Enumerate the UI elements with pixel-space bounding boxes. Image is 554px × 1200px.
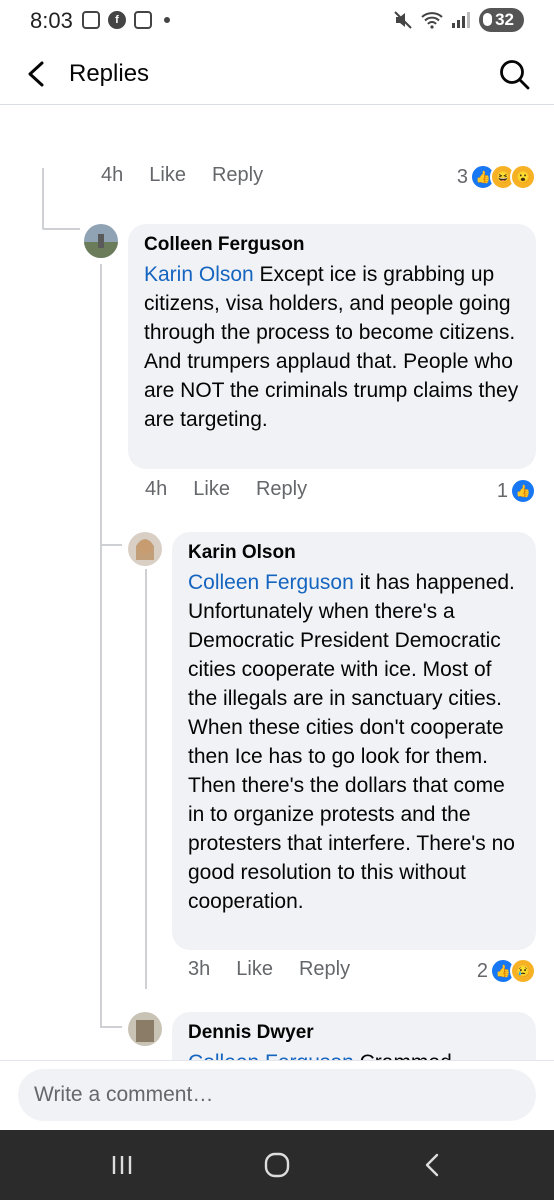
mention-link[interactable]: Karin Olson [144,263,254,286]
comment-bubble: Dennis Dwyer Colleen Ferguson Crammed [172,1012,536,1060]
comment-body: Crammed [354,1051,452,1060]
mention-link[interactable]: Colleen Ferguson [188,1051,354,1060]
avatar[interactable] [128,532,162,566]
comment-actions: 4h Like Reply [101,164,289,187]
like-button[interactable]: Like [149,164,186,187]
comment-text: Colleen Ferguson Crammed [188,1048,520,1060]
comment-text: Karin Olson Except ice is grabbing up ci… [144,260,520,434]
screenshot-icon [82,11,100,29]
recent-apps-icon [112,1156,132,1174]
mention-link[interactable]: Colleen Ferguson [188,571,354,594]
status-bar: 8:03 f 32 [0,0,554,44]
reply-button[interactable]: Reply [256,478,307,501]
status-time: 8:03 [30,8,73,33]
system-nav-bar [0,1130,554,1200]
more-notifications-icon [164,17,170,23]
status-right: 32 [393,8,524,32]
like-button[interactable]: Like [236,958,273,981]
reaction-count: 3 [456,165,468,188]
thread-line [145,569,147,989]
comment-time: 4h [145,478,168,500]
facebook-icon: f [108,11,126,29]
avatar-photo [128,532,162,566]
reaction-count: 2 [476,959,488,982]
reaction-count: 1 [496,479,508,502]
search-icon [500,60,530,90]
top-app-bar: Replies [0,44,554,105]
signal-icon [452,12,471,28]
battery-indicator: 32 [479,8,524,32]
thread-line [100,264,102,544]
comment-bubble: Colleen Ferguson Karin Olson Except ice … [128,224,536,469]
sad-reaction-icon: 😢 [510,958,536,984]
thread-line [42,168,44,228]
reaction-summary[interactable]: 1 👍 [497,478,536,504]
back-nav-icon [425,1153,439,1177]
reply-button[interactable]: Reply [299,958,350,981]
thread-line [42,228,80,230]
comment-composer-bar [0,1060,554,1131]
comment-input[interactable] [18,1069,536,1121]
avatar[interactable] [128,1012,162,1046]
comment-time: 3h [188,958,211,980]
comment-author[interactable]: Colleen Ferguson [144,234,520,256]
thread-line [100,1026,122,1028]
comment-text: Colleen Ferguson it has happened. Unfort… [188,568,520,916]
like-button[interactable]: Like [193,478,230,501]
reaction-summary[interactable]: 2 👍 😢 [477,958,536,984]
like-reaction-icon: 👍 [510,478,536,504]
comment-bubble: Karin Olson Colleen Ferguson it has happ… [172,532,536,950]
back-nav-button[interactable] [412,1148,452,1182]
page-title: Replies [69,60,150,87]
avatar[interactable] [84,224,118,258]
instagram-icon [134,11,152,29]
wow-reaction-icon: 😮 [510,164,536,190]
avatar-photo [84,224,118,258]
comment-time: 4h [101,164,124,186]
reply-button[interactable]: Reply [212,164,263,187]
recent-apps-button[interactable] [102,1148,142,1182]
home-icon [264,1152,290,1178]
back-arrow-icon [28,61,44,87]
comment-author[interactable]: Karin Olson [188,542,520,564]
notification-icons: f [82,11,170,29]
comment-actions: 4h Like Reply [145,478,333,501]
comment-body: Except ice is grabbing up citizens, visa… [144,263,519,431]
back-button[interactable] [18,56,54,92]
mute-icon [394,11,412,29]
home-button[interactable] [257,1148,297,1182]
thread-line [100,546,102,1026]
comment-author[interactable]: Dennis Dwyer [188,1022,520,1044]
comment-actions: 3h Like Reply [188,958,376,981]
comment-body: it has happened. Unfortunately when ther… [188,571,515,913]
thread-line [100,544,122,546]
reaction-summary[interactable]: 3 👍 😆 😮 [457,164,536,190]
wifi-icon [421,12,443,29]
replies-thread[interactable]: 4h Like Reply 3 👍 😆 😮 Colleen Ferguson K… [0,104,554,1060]
avatar-photo [128,1012,162,1046]
search-button[interactable] [498,58,532,92]
